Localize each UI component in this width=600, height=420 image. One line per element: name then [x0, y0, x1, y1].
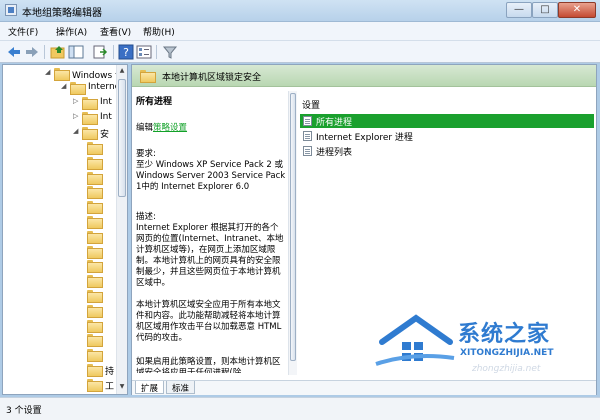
policy-setting-icon: [303, 116, 312, 126]
folder-icon: [82, 112, 98, 125]
view-tabs: 扩展 标准: [132, 380, 596, 395]
folder-icon: [87, 364, 103, 377]
policy-setting-icon: [303, 146, 312, 156]
watermark-url: XITONGZHIJIA.NET: [460, 348, 554, 358]
filter-icon[interactable]: [162, 44, 178, 60]
detail-header-title: 本地计算机区域锁定安全: [162, 73, 262, 83]
toolbar-separator: [156, 45, 157, 59]
status-bar: 3 个设置: [0, 397, 600, 420]
toolbar: ?: [0, 41, 600, 63]
maximize-button[interactable]: □: [532, 2, 558, 18]
properties-icon[interactable]: [136, 44, 152, 60]
minimize-button[interactable]: —: [506, 2, 532, 18]
folder-icon: [87, 349, 103, 363]
menu-action[interactable]: 操作(A): [56, 25, 87, 38]
app-icon: [5, 4, 17, 16]
house-logo-icon: [375, 314, 455, 366]
folder-icon: [87, 216, 103, 229]
tree-vertical-scrollbar[interactable]: ▲ ▼: [116, 65, 127, 394]
folder-icon: [87, 378, 103, 392]
setting-label: 进程列表: [316, 148, 353, 158]
tree-node-label: 持: [105, 367, 115, 377]
expand-arrow-icon[interactable]: ◢: [61, 82, 66, 90]
edit-policy-link[interactable]: 策略设置: [153, 123, 187, 133]
folder-icon: [54, 68, 70, 81]
title-bar: 本地组策略编辑器 — □ ✕: [0, 0, 600, 22]
expand-arrow-icon[interactable]: ◢: [73, 127, 78, 135]
description-text: Internet Explorer 根据其打开的各个网页的位置(Internet…: [136, 223, 284, 288]
menu-file[interactable]: 文件(F): [8, 25, 38, 38]
scroll-down-icon[interactable]: ▼: [117, 381, 127, 393]
tree-node-label: Int: [100, 97, 112, 107]
scroll-thumb[interactable]: [290, 93, 296, 361]
setting-row-process-list[interactable]: 进程列表: [300, 144, 594, 158]
requirements-label: 要求:: [136, 149, 156, 159]
folder-icon: [87, 245, 103, 259]
forward-icon[interactable]: [24, 44, 40, 60]
back-icon[interactable]: [6, 44, 22, 60]
folder-icon: [140, 70, 156, 83]
tree-node-label: 管: [105, 394, 114, 395]
setting-label: 所有进程: [316, 118, 353, 128]
close-button[interactable]: ✕: [558, 2, 596, 18]
up-folder-icon[interactable]: [50, 44, 66, 60]
folder-icon: [87, 230, 103, 244]
folder-icon: [87, 319, 103, 333]
svg-text:?: ?: [123, 46, 129, 59]
policy-setting-icon: [303, 131, 312, 141]
watermark-name: 系统之家: [458, 322, 551, 347]
watermark-ghost-text: zhongzhijia.net: [472, 364, 541, 374]
policy-heading: 所有进程: [136, 97, 173, 107]
watermark-logo: 系统之家 XITONGZHIJIA.NET zhongzhijia.net: [372, 312, 600, 378]
folder-icon: [82, 97, 98, 110]
detail-header: 本地计算机区域锁定安全: [132, 65, 596, 87]
folder-icon: [87, 260, 103, 274]
policy-tree[interactable]: ◢ Windows 设 ◢ Interne ▷ Int ▷ Int ◢ 安 持工…: [2, 64, 128, 395]
policy-description-panel: 所有进程 编辑策略设置 要求: 至少 Windows XP Service Pa…: [136, 95, 286, 373]
menu-help[interactable]: 帮助(H): [143, 25, 175, 38]
setting-row-ie-processes[interactable]: Internet Explorer 进程: [300, 129, 594, 143]
tree-node-label: 安: [100, 130, 110, 140]
folder-icon: [87, 186, 103, 200]
folder-icon: [87, 201, 103, 215]
description-text-3: 如果启用此策略设置，则本地计算机区域安全将应用于任何进程(除: [136, 357, 281, 373]
description-label: 描述:: [136, 212, 156, 222]
collapse-arrow-icon[interactable]: ▷: [73, 112, 78, 120]
description-text-2: 本地计算机区域安全应用于所有本地文件和内容。此功能帮助减轻将本地计算机区域用作攻…: [136, 300, 282, 343]
requirements-text: 至少 Windows XP Service Pack 2 或 Windows S…: [136, 160, 286, 192]
tab-standard[interactable]: 标准: [166, 381, 196, 394]
collapse-arrow-icon[interactable]: ▷: [73, 97, 78, 105]
folder-icon: [87, 334, 103, 348]
folder-icon: [87, 290, 103, 303]
menu-bar: 文件(F) 操作(A) 查看(V) 帮助(H): [0, 22, 600, 41]
folder-icon: [87, 304, 103, 318]
tree-node-label: 工: [105, 381, 115, 392]
folder-icon: [87, 275, 103, 289]
help-icon[interactable]: ?: [118, 44, 134, 60]
tab-extended[interactable]: 扩展: [135, 381, 165, 394]
toolbar-separator: [113, 45, 114, 59]
setting-row-all-processes[interactable]: 所有进程: [300, 114, 594, 128]
export-icon[interactable]: [92, 44, 108, 60]
scroll-up-icon[interactable]: ▲: [117, 65, 127, 77]
window-title: 本地组策略编辑器: [22, 8, 102, 19]
folder-icon: [87, 393, 101, 394]
folder-icon: [87, 156, 103, 170]
scroll-thumb[interactable]: [118, 79, 126, 197]
status-text: 3 个设置: [6, 406, 42, 416]
expand-arrow-icon[interactable]: ◢: [45, 68, 50, 76]
menu-view[interactable]: 查看(V): [100, 25, 131, 38]
edit-policy-line: 编辑策略设置: [136, 123, 187, 134]
tree-node-label: Int: [100, 112, 112, 122]
folder-icon: [70, 82, 86, 95]
description-scrollbar[interactable]: [288, 91, 297, 375]
folder-icon: [87, 171, 103, 185]
edit-prefix: 编辑: [136, 123, 154, 133]
setting-label: Internet Explorer 进程: [316, 133, 413, 143]
show-tree-icon[interactable]: [68, 44, 84, 60]
toolbar-separator: [44, 45, 45, 59]
folder-icon: [87, 142, 103, 155]
folder-icon: [82, 127, 98, 140]
settings-column-header[interactable]: 设置: [302, 98, 320, 111]
